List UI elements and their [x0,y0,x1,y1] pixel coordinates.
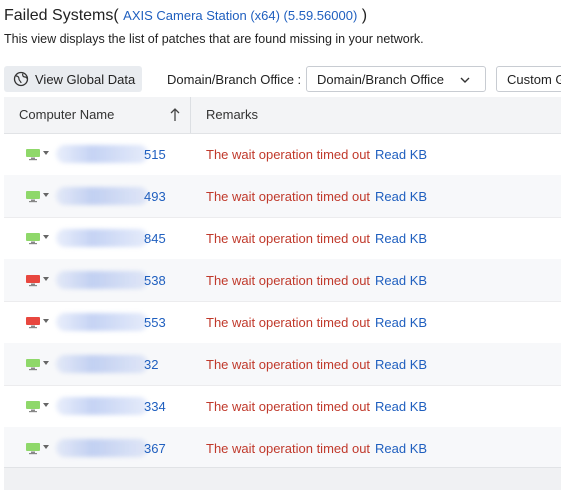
table-row: 553 The wait operation timed out Read KB [4,301,561,344]
title-prefix: Failed Systems( [4,7,119,24]
redacted-computer-name [56,355,148,373]
column-divider[interactable] [190,97,191,133]
redacted-computer-name [56,271,148,289]
computer-name-link[interactable]: 553 [144,315,166,330]
read-kb-link[interactable]: Read KB [375,357,427,372]
table-footer [4,467,561,490]
read-kb-link[interactable]: Read KB [375,231,427,246]
caret-down-icon[interactable] [43,403,49,408]
redacted-computer-name [56,229,148,247]
domain-select[interactable]: Domain/Branch Office [306,66,486,92]
caret-down-icon[interactable] [43,361,49,366]
computer-name-link[interactable]: 367 [144,441,166,456]
title-suffix: ) [361,7,368,24]
redacted-computer-name [56,145,148,163]
remark-text: The wait operation timed out [206,315,371,330]
computer-status-icon[interactable] [25,316,41,329]
computer-name-link[interactable]: 515 [144,147,166,162]
computer-status-icon[interactable] [25,232,41,245]
caret-down-icon[interactable] [43,235,49,240]
caret-down-icon[interactable] [43,445,49,450]
table-row: 515 The wait operation timed out Read KB [4,133,561,176]
remark-text: The wait operation timed out [206,273,371,288]
caret-down-icon[interactable] [43,193,49,198]
read-kb-link[interactable]: Read KB [375,315,427,330]
redacted-computer-name [56,397,148,415]
view-global-data-button[interactable]: View Global Data [4,66,142,92]
failed-systems-table: Computer Name Remarks 515 The wait operat… [4,97,561,490]
read-kb-link[interactable]: Read KB [375,399,427,414]
computer-status-icon[interactable] [25,190,41,203]
globe-icon [13,71,29,87]
domain-select-value: Domain/Branch Office [317,71,444,87]
computer-name-link[interactable]: 538 [144,273,166,288]
caret-down-icon[interactable] [43,277,49,282]
page-title: Failed Systems( AXIS Camera Station (x64… [4,7,367,25]
remark-text: The wait operation timed out [206,357,371,372]
custom-group-label: Custom G [507,71,561,87]
column-computer-name[interactable]: Computer Name [19,107,114,122]
table-row: 493 The wait operation timed out Read KB [4,175,561,218]
read-kb-link[interactable]: Read KB [375,441,427,456]
computer-status-icon[interactable] [25,148,41,161]
computer-name-link[interactable]: 493 [144,189,166,204]
remark-text: The wait operation timed out [206,399,371,414]
computer-status-icon[interactable] [25,400,41,413]
chevron-down-icon [460,77,470,83]
remark-text: The wait operation timed out [206,189,371,204]
sort-ascending-icon[interactable] [169,107,181,123]
read-kb-link[interactable]: Read KB [375,147,427,162]
redacted-computer-name [56,313,148,331]
page-description: This view displays the list of patches t… [4,32,424,46]
computer-name-link[interactable]: 334 [144,399,166,414]
toolbar: View Global Data Domain/Branch Office : … [0,66,561,94]
read-kb-link[interactable]: Read KB [375,273,427,288]
table-header: Computer Name Remarks [4,97,561,134]
view-global-data-label: View Global Data [35,71,136,87]
computer-status-icon[interactable] [25,358,41,371]
computer-name-link[interactable]: 32 [144,357,158,372]
table-row: 845 The wait operation timed out Read KB [4,217,561,260]
table-row: 538 The wait operation timed out Read KB [4,259,561,302]
column-remarks[interactable]: Remarks [206,107,258,122]
table-row: 334 The wait operation timed out Read KB [4,385,561,428]
caret-down-icon[interactable] [43,151,49,156]
redacted-computer-name [56,439,148,457]
remark-text: The wait operation timed out [206,231,371,246]
custom-group-button[interactable]: Custom G [496,66,561,92]
domain-label: Domain/Branch Office : [167,72,302,87]
computer-status-icon[interactable] [25,442,41,455]
table-row: 32 The wait operation timed out Read KB [4,343,561,386]
read-kb-link[interactable]: Read KB [375,189,427,204]
redacted-computer-name [56,187,148,205]
caret-down-icon[interactable] [43,319,49,324]
computer-name-link[interactable]: 845 [144,231,166,246]
product-link[interactable]: AXIS Camera Station (x64) (5.59.56000) [123,8,357,23]
remark-text: The wait operation timed out [206,147,371,162]
computer-status-icon[interactable] [25,274,41,287]
table-row: 367 The wait operation timed out Read KB [4,427,561,470]
remark-text: The wait operation timed out [206,441,371,456]
